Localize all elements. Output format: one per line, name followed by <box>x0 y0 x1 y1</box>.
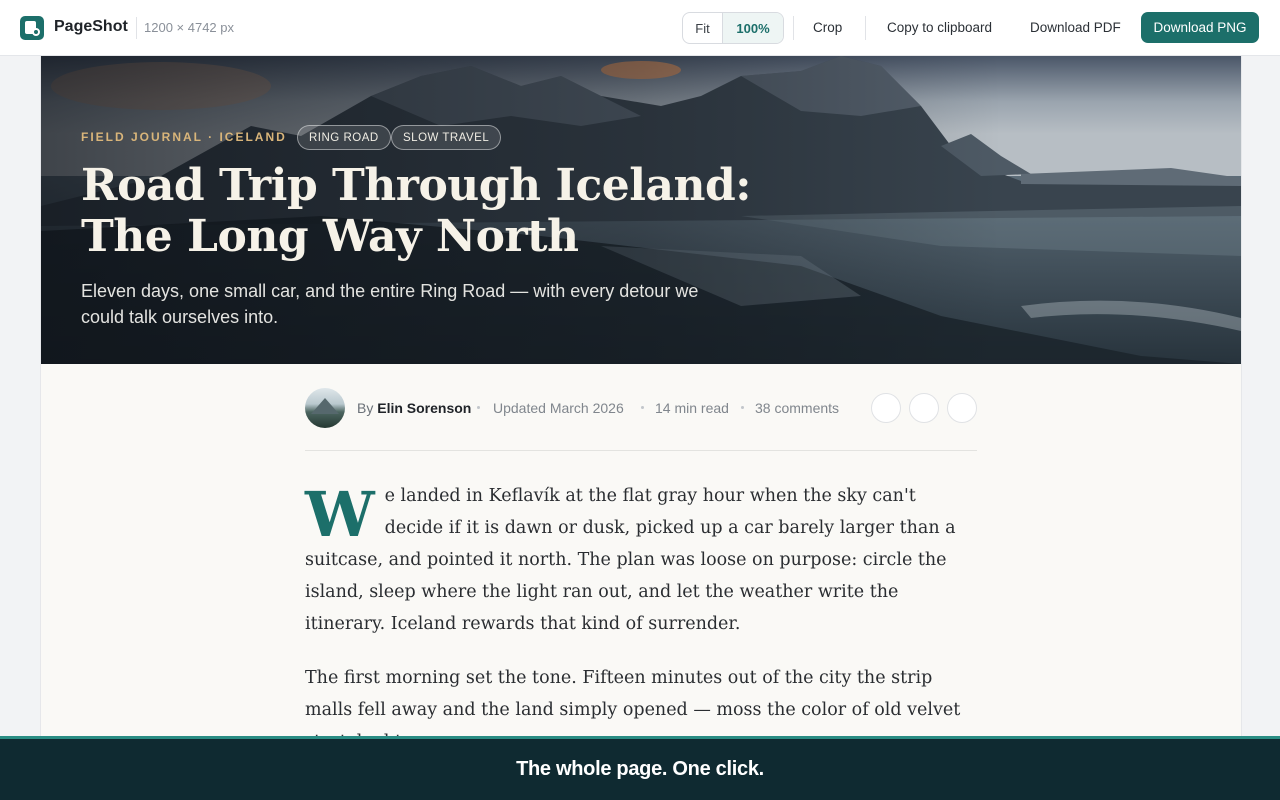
banner-tagline: The whole page. One click. <box>516 758 764 780</box>
paragraph: The first morning set the tone. Fifteen … <box>305 668 961 737</box>
toolbar-divider <box>865 16 866 40</box>
hero-image: FIELD JOURNAL · ICELAND RING ROAD SLOW T… <box>41 56 1241 364</box>
toolbar-divider <box>136 17 137 39</box>
meta-separator <box>741 406 744 409</box>
page-preview[interactable]: FIELD JOURNAL · ICELAND RING ROAD SLOW T… <box>41 56 1241 737</box>
article-kicker: FIELD JOURNAL · ICELAND <box>81 130 287 144</box>
download-png-button[interactable]: Download PNG <box>1141 12 1259 43</box>
author-name[interactable]: Elin Sorenson <box>377 400 471 416</box>
tag-slow-travel[interactable]: SLOW TRAVEL <box>391 125 502 150</box>
copy-to-clipboard-button[interactable]: Copy to clipboard <box>887 20 992 35</box>
article-body: W e landed in Keflavík at the flat gray … <box>305 480 977 738</box>
share-button[interactable] <box>947 393 977 423</box>
download-pdf-button[interactable]: Download PDF <box>1030 20 1121 35</box>
byline-divider <box>305 450 977 451</box>
meta-separator <box>477 406 480 409</box>
author-avatar <box>305 388 345 428</box>
zoom-100-button[interactable]: 100% <box>723 13 783 43</box>
comments-link[interactable]: 38 comments <box>755 400 839 416</box>
drop-cap: W <box>305 478 375 551</box>
fit-button[interactable]: Fit <box>683 13 723 43</box>
byline-prefix: By <box>357 400 374 416</box>
read-time: 14 min read <box>655 400 729 416</box>
share-button[interactable] <box>871 393 901 423</box>
crop-button[interactable]: Crop <box>813 20 842 35</box>
article-subtitle: Eleven days, one small car, and the enti… <box>81 281 699 327</box>
toolbar-divider <box>793 16 794 40</box>
capture-dimensions: 1200 × 4742 px <box>144 20 234 35</box>
tag-ring-road[interactable]: RING ROAD <box>297 125 391 150</box>
updated-date: Updated March 2026 <box>493 400 624 416</box>
app-name: PageShot <box>54 18 128 35</box>
promo-banner: The whole page. One click. <box>0 736 1280 800</box>
article-title: Road Trip Through Iceland: The Long Way … <box>81 160 751 262</box>
meta-separator <box>641 406 644 409</box>
share-button[interactable] <box>909 393 939 423</box>
zoom-toggle: Fit 100% <box>682 12 784 44</box>
app-toolbar: PageShot 1200 × 4742 px Fit 100% Crop Co… <box>0 0 1280 56</box>
paragraph-text: e landed in Keflavík at the flat gray ho… <box>305 486 956 634</box>
paragraph: W e landed in Keflavík at the flat gray … <box>305 480 977 640</box>
pageshot-logo-icon <box>20 16 44 40</box>
byline: By Elin Sorenson Updated March 2026 14 m… <box>305 388 977 428</box>
author-credit: By Elin Sorenson <box>357 400 471 416</box>
